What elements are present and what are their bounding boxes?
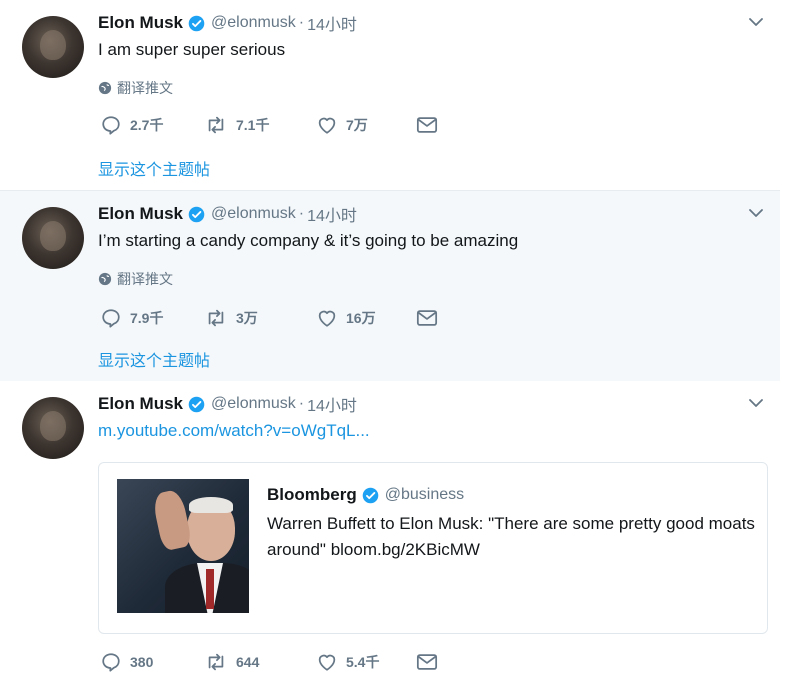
retweet-button[interactable]: 3万	[204, 307, 316, 329]
reply-icon	[102, 309, 120, 328]
author-name[interactable]: Elon Musk	[98, 204, 183, 224]
chevron-down-icon[interactable]	[748, 397, 764, 409]
reply-button[interactable]: 7.9千	[100, 307, 204, 329]
like-button[interactable]: 5.4千	[316, 651, 416, 673]
heart-icon	[318, 654, 336, 671]
reply-icon	[102, 653, 120, 672]
tweet-time[interactable]: 14小时	[307, 202, 357, 226]
quote-text: Warren Buffett to Elon Musk: "There are …	[267, 514, 755, 559]
tweet-header: Elon Musk @elonmusk · 14小时	[98, 202, 357, 226]
avatar[interactable]	[22, 397, 84, 459]
retweet-icon	[208, 116, 224, 134]
dm-button[interactable]	[416, 115, 438, 135]
tweet-actions: 2.7千 7.1千 7万	[100, 114, 438, 136]
retweet-count: 7.1千	[236, 117, 270, 133]
retweet-button[interactable]: 644	[204, 651, 316, 673]
separator-dot: ·	[298, 205, 305, 222]
globe-icon	[98, 81, 112, 95]
show-thread-link[interactable]: 显示这个主题帖	[98, 347, 210, 371]
retweet-icon	[208, 653, 224, 671]
heart-icon	[318, 117, 336, 134]
tweet-time[interactable]: 14小时	[307, 392, 357, 416]
tweet-text: I’m starting a candy company & it’s goin…	[98, 231, 519, 250]
heart-icon	[318, 310, 336, 327]
verified-badge-icon	[188, 15, 205, 31]
retweet-button[interactable]: 7.1千	[204, 114, 316, 136]
like-count: 16万	[346, 310, 376, 326]
tweet-header: Elon Musk @elonmusk · 14小时	[98, 11, 357, 35]
avatar[interactable]	[22, 16, 84, 78]
chevron-down-icon[interactable]	[748, 16, 764, 28]
author-handle[interactable]: @elonmusk	[211, 14, 296, 32]
reply-count: 380	[130, 654, 154, 670]
tweet-link[interactable]: m.youtube.com/watch?v=oWgTqL...	[98, 421, 370, 441]
avatar[interactable]	[22, 207, 84, 269]
chevron-down-icon[interactable]	[748, 207, 764, 219]
verified-badge-icon	[362, 487, 379, 503]
envelope-icon	[416, 310, 438, 326]
tweet[interactable]: Elon Musk @elonmusk · 14小时 m.youtube.com…	[0, 381, 780, 696]
retweet-count: 3万	[236, 310, 258, 326]
like-button[interactable]: 7万	[316, 114, 416, 136]
tweet-actions: 380 644 5.4千	[100, 651, 438, 673]
translate-label: 翻译推文	[117, 271, 173, 287]
translate-label: 翻译推文	[117, 80, 173, 96]
envelope-icon	[416, 654, 438, 670]
tweet-actions: 7.9千 3万 16万	[100, 307, 438, 329]
dm-button[interactable]	[416, 308, 438, 328]
verified-badge-icon	[188, 206, 205, 222]
translate-tweet-link[interactable]: 翻译推文	[98, 269, 173, 289]
translate-tweet-link[interactable]: 翻译推文	[98, 78, 173, 98]
like-count: 5.4千	[346, 654, 380, 670]
quote-tweet-card[interactable]: Bloomberg @business Warren Buffett to El…	[98, 462, 768, 634]
quote-header: Bloomberg @business	[267, 485, 464, 505]
author-handle[interactable]: @elonmusk	[211, 205, 296, 223]
tweet[interactable]: Elon Musk @elonmusk · 14小时 I’m starting …	[0, 190, 780, 382]
tweet[interactable]: Elon Musk @elonmusk · 14小时 I am super su…	[0, 0, 780, 190]
reply-icon	[102, 116, 120, 135]
image-tie	[206, 569, 214, 609]
dm-button[interactable]	[416, 652, 438, 672]
author-name[interactable]: Elon Musk	[98, 394, 183, 414]
tweet-time[interactable]: 14小时	[307, 11, 357, 35]
tweet-header: Elon Musk @elonmusk · 14小时	[98, 392, 357, 416]
image-hair	[189, 497, 233, 513]
like-count: 7万	[346, 117, 368, 133]
reply-count: 7.9千	[130, 310, 164, 326]
reply-button[interactable]: 380	[100, 651, 204, 673]
separator-dot: ·	[298, 14, 305, 31]
author-handle[interactable]: @elonmusk	[211, 395, 296, 413]
quote-author-handle[interactable]: @business	[385, 486, 464, 504]
image-hand	[151, 488, 193, 552]
author-name[interactable]: Elon Musk	[98, 13, 183, 33]
reply-count: 2.7千	[130, 117, 164, 133]
retweet-count: 644	[236, 654, 260, 670]
separator-dot: ·	[298, 395, 305, 412]
quote-author-name[interactable]: Bloomberg	[267, 485, 357, 505]
show-thread-link[interactable]: 显示这个主题帖	[98, 156, 210, 180]
tweet-text: I am super super serious	[98, 40, 286, 59]
retweet-icon	[208, 309, 224, 327]
verified-badge-icon	[188, 396, 205, 412]
envelope-icon	[416, 117, 438, 133]
quote-image[interactable]	[117, 479, 249, 613]
globe-icon	[98, 272, 112, 286]
like-button[interactable]: 16万	[316, 307, 416, 329]
reply-button[interactable]: 2.7千	[100, 114, 204, 136]
